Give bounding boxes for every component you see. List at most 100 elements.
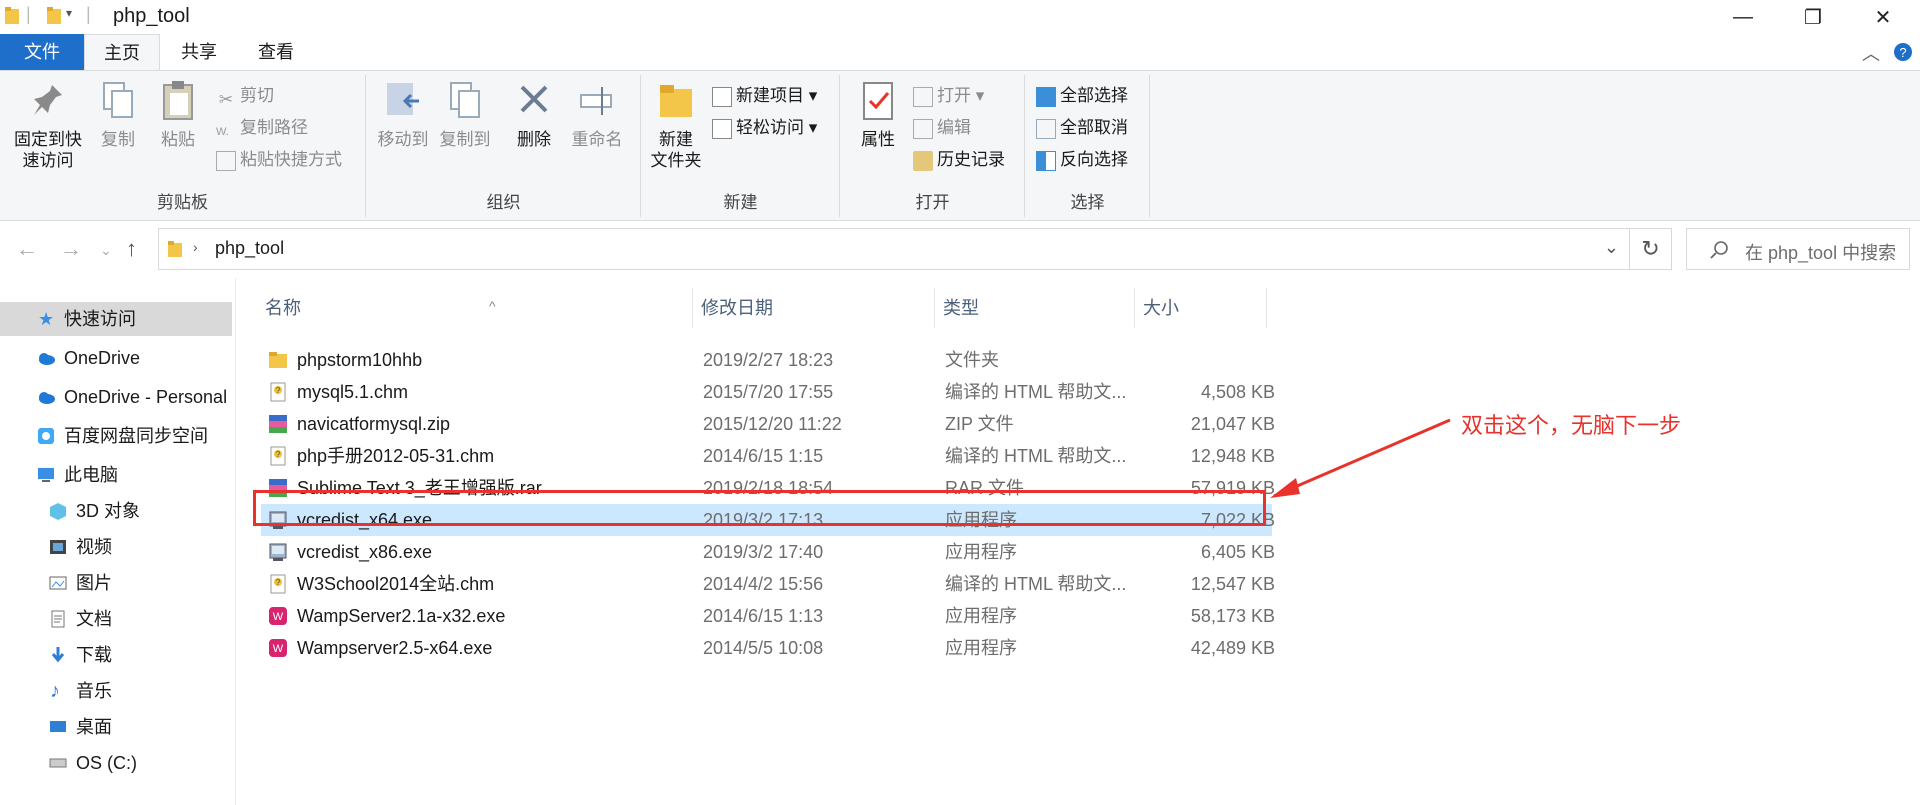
- help-icon[interactable]: ?: [1893, 42, 1913, 62]
- tab-share[interactable]: 共享: [164, 34, 234, 70]
- column-header-size[interactable]: 大小: [1135, 288, 1267, 328]
- invert-selection-icon: [1036, 150, 1056, 171]
- divider: |: [86, 4, 91, 24]
- column-header-date[interactable]: 修改日期: [693, 288, 935, 328]
- wamp-icon: W: [267, 605, 289, 627]
- collapse-ribbon-icon[interactable]: ︿: [1862, 40, 1880, 66]
- file-row[interactable]: phpstorm10hhb 2019/2/27 18:23 文件夹: [261, 344, 1272, 376]
- sidebar-item-3d-objects[interactable]: 3D 对象: [0, 494, 232, 528]
- new-item-label: 新建项目: [736, 86, 804, 105]
- annotation-highlight-box: [253, 490, 1266, 526]
- sidebar-item-downloads[interactable]: 下载: [0, 638, 232, 672]
- cut-button[interactable]: ✂ 剪切: [216, 83, 274, 109]
- delete-button[interactable]: 删除: [509, 79, 559, 150]
- invert-selection-button[interactable]: 反向选择: [1036, 147, 1128, 173]
- sidebar-item-label: 音乐: [76, 681, 112, 701]
- file-row[interactable]: W Wampserver2.5-x64.exe 2014/5/5 10:08 应用程序…: [261, 632, 1275, 664]
- history-label: 历史记录: [937, 150, 1005, 169]
- sidebar-item-label: 此电脑: [64, 465, 118, 485]
- file-date: 2019/2/27 18:23: [703, 350, 834, 370]
- customize-toolbar-icon[interactable]: ▾: [66, 6, 72, 20]
- copy-to-button[interactable]: 复制到: [435, 79, 495, 150]
- file-size: 12,948 KB: [1190, 446, 1275, 466]
- column-header-type[interactable]: 类型: [935, 288, 1135, 328]
- search-input[interactable]: 在 php_tool 中搜索: [1686, 228, 1910, 270]
- maximize-button[interactable]: ❐: [1778, 0, 1848, 34]
- easy-access-label: 轻松访问: [736, 118, 804, 137]
- new-folder-button[interactable]: 新建 文件夹: [646, 79, 706, 171]
- edit-label: 编辑: [937, 118, 971, 137]
- history-icon: [913, 150, 933, 171]
- edit-button[interactable]: 编辑: [913, 115, 971, 141]
- svg-text:?: ?: [276, 578, 281, 587]
- file-type: 文件夹: [945, 350, 999, 370]
- tab-file[interactable]: 文件: [0, 34, 84, 70]
- close-button[interactable]: ✕: [1848, 0, 1918, 34]
- open-button[interactable]: 打开 ▾: [913, 83, 984, 109]
- sidebar-item-os-c[interactable]: OS (C:): [0, 746, 232, 780]
- pin-label-line1: 固定到快: [14, 130, 82, 149]
- move-to-button[interactable]: 移动到: [373, 79, 433, 150]
- file-row[interactable]: navicatformysql.zip 2015/12/20 11:22 ZIP 文…: [261, 408, 1275, 440]
- file-row[interactable]: W WampServer2.1a-x32.exe 2014/6/15 1:13 应用程…: [261, 600, 1275, 632]
- file-date: 2014/6/15 1:13: [703, 606, 824, 626]
- pin-quick-access-button[interactable]: 固定到快 速访问: [8, 79, 88, 171]
- file-row[interactable]: ? php手册2012-05-31.chm 2014/6/15 1:15 编译的 HT…: [261, 440, 1275, 472]
- address-bar[interactable]: › php_tool ⌄: [158, 228, 1630, 270]
- copy-path-button[interactable]: W. 复制路径: [216, 115, 308, 141]
- new-item-button[interactable]: 新建项目 ▾: [712, 83, 817, 109]
- rename-button[interactable]: 重命名: [567, 79, 627, 150]
- up-arrow-icon[interactable]: ↑: [126, 236, 137, 262]
- sidebar-item-baidu[interactable]: 百度网盘同步空间: [0, 419, 232, 453]
- file-size: 12,547 KB: [1190, 574, 1275, 594]
- sidebar-item-this-pc[interactable]: 此电脑: [0, 458, 232, 492]
- easy-access-button[interactable]: 轻松访问 ▾: [712, 115, 817, 141]
- wamp-icon: W: [267, 637, 289, 659]
- baidu-icon: [38, 428, 54, 444]
- sidebar-item-label: OneDrive - Personal: [64, 387, 228, 407]
- minimize-button[interactable]: —: [1708, 0, 1778, 34]
- properties-button[interactable]: 属性: [853, 79, 903, 150]
- paste-icon: [163, 81, 193, 120]
- breadcrumb-chevron-icon[interactable]: ›: [193, 239, 198, 255]
- column-header-name[interactable]: 名称 ^: [257, 288, 693, 328]
- refresh-button[interactable]: ↻: [1630, 228, 1672, 270]
- file-row[interactable]: ? mysql5.1.chm 2015/7/20 17:55 编译的 HTML 帮助文…: [261, 376, 1275, 408]
- sidebar-item-label: 文档: [76, 609, 112, 629]
- sidebar-item-onedrive[interactable]: OneDrive: [0, 341, 232, 375]
- paste-shortcut-button[interactable]: 粘贴快捷方式: [216, 147, 342, 173]
- open-icon: [913, 86, 933, 107]
- file-row[interactable]: ? W3School2014全站.chm 2014/4/2 15:56 编译的 HTM…: [261, 568, 1275, 600]
- paste-button[interactable]: 粘贴: [152, 79, 204, 150]
- sidebar-item-documents[interactable]: 文档: [0, 602, 232, 636]
- address-dropdown-icon[interactable]: ⌄: [1604, 237, 1619, 258]
- copy-button[interactable]: 复制: [92, 79, 144, 150]
- recent-locations-icon[interactable]: ⌄: [100, 242, 112, 259]
- sidebar-item-quick-access[interactable]: ★ 快速访问: [0, 302, 232, 336]
- select-none-button[interactable]: 全部取消: [1036, 115, 1128, 141]
- rename-label: 重命名: [571, 130, 623, 149]
- navigation-pane: ★ 快速访问 OneDrive OneDrive - Personal 百度网盘…: [0, 278, 236, 805]
- select-all-button[interactable]: 全部选择: [1036, 83, 1128, 109]
- history-button[interactable]: 历史记录: [913, 147, 1005, 173]
- title-bar: | ▾ | php_tool — ❐ ✕: [0, 0, 1920, 34]
- tab-view[interactable]: 查看: [238, 34, 314, 70]
- select-none-icon: [1036, 118, 1056, 139]
- sidebar-item-pictures[interactable]: 图片: [0, 566, 232, 600]
- new-folder-quick-icon[interactable]: [46, 6, 62, 26]
- sidebar-item-onedrive-personal[interactable]: OneDrive - Personal: [0, 380, 232, 414]
- sidebar-item-desktop[interactable]: 桌面: [0, 710, 232, 744]
- properties-label: 属性: [861, 130, 895, 149]
- back-arrow-icon[interactable]: ←: [16, 236, 38, 262]
- sidebar-item-videos[interactable]: 视频: [0, 530, 232, 564]
- sidebar-item-label: 快速访问: [64, 309, 136, 329]
- sidebar-item-music[interactable]: ♪ 音乐: [0, 674, 232, 708]
- column-header-label: 大小: [1143, 298, 1179, 318]
- file-row[interactable]: vcredist_x86.exe 2019/3/2 17:40 应用程序 6,405 …: [261, 536, 1275, 568]
- archive-icon: [267, 413, 289, 435]
- forward-arrow-icon[interactable]: →: [60, 236, 82, 262]
- pin-label-line2: 速访问: [22, 151, 74, 170]
- svg-text:W: W: [273, 643, 284, 655]
- tab-home[interactable]: 主页: [84, 34, 160, 70]
- sidebar-item-label: 百度网盘同步空间: [64, 426, 208, 446]
